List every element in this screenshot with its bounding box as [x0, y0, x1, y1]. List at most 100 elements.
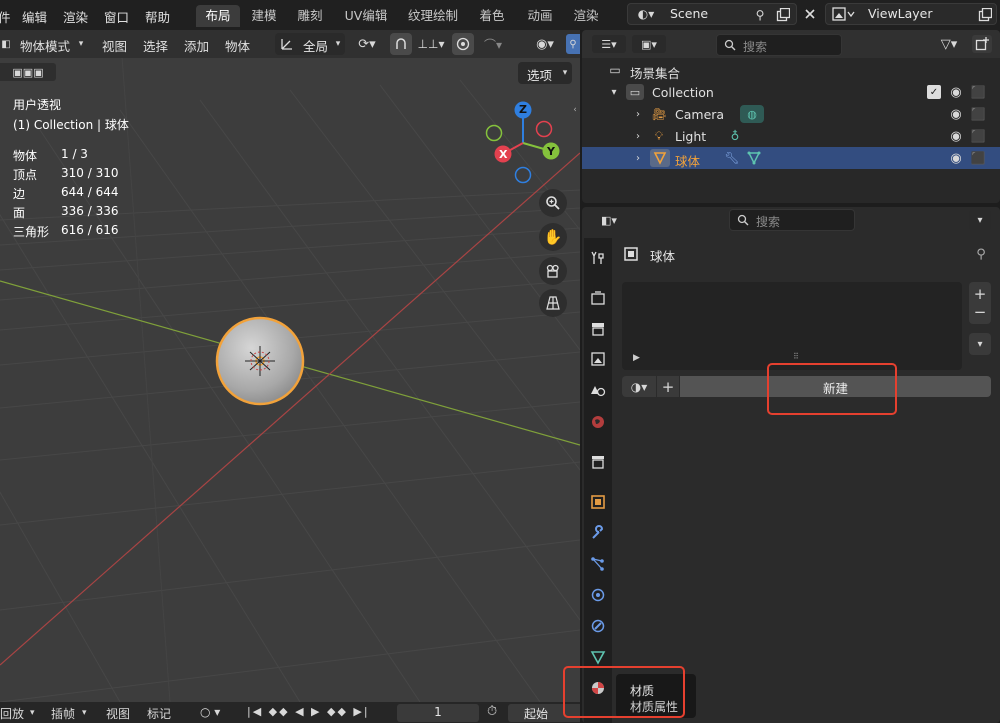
current-frame-field[interactable]: 1 — [397, 704, 479, 722]
tab-uv-editing[interactable]: UV编辑 — [340, 5, 392, 27]
mode-dropdown[interactable]: 物体模式 — [20, 36, 70, 55]
tab-sculpting[interactable]: 雕刻 — [290, 5, 330, 27]
chevron-right-icon[interactable]: › — [632, 107, 644, 121]
particles-tab-icon[interactable] — [584, 551, 612, 577]
camera-render-icon[interactable]: ⬛ — [970, 84, 986, 100]
sphere-object[interactable] — [200, 302, 320, 422]
marker-menu[interactable]: 标记 — [147, 705, 171, 722]
resize-handle-icon[interactable]: ⠿ — [793, 352, 799, 361]
add-slot-button[interactable]: + — [974, 285, 987, 303]
pin-icon[interactable]: ⚲ — [752, 7, 768, 23]
eye-icon[interactable]: ◉ — [948, 128, 964, 144]
outliner-row-sphere[interactable]: › 球体 🔧︎ ◉ ⬛ — [582, 147, 1000, 169]
outliner-row-light[interactable]: › 💡︎ Light ♁ ◉ ⬛ — [582, 125, 1000, 147]
chevron-right-icon[interactable]: › — [632, 129, 644, 143]
chevron-down-icon[interactable]: ▾ — [608, 85, 620, 99]
tab-texture-paint[interactable]: 纹理绘制 — [402, 5, 464, 27]
outliner-row-collection[interactable]: ▾ ▭ Collection ✓ ◉ ⬛ — [582, 81, 1000, 103]
render-tab-icon[interactable] — [584, 285, 612, 311]
menu-window[interactable]: 窗口 — [104, 7, 129, 26]
record-icon[interactable]: ○ ▾ — [200, 705, 220, 719]
options-dropdown[interactable]: 选项 ▾ — [518, 62, 572, 84]
menu-add[interactable]: 添加 — [184, 36, 209, 55]
camera-render-icon[interactable]: ⬛ — [970, 128, 986, 144]
playback-controls-icons[interactable]: |◀ ◆◆ ◀ ▶ ◆◆ ▶| — [247, 705, 370, 718]
new-scene-icon[interactable] — [774, 6, 792, 24]
chevron-right-icon[interactable]: › — [632, 151, 644, 165]
outliner-editor-icon[interactable]: ☰▾ — [592, 35, 626, 53]
menu-render[interactable]: 渲染 — [63, 7, 88, 26]
modifier-tab-icon[interactable] — [584, 520, 612, 546]
tab-rendering[interactable]: 渲染 — [568, 5, 604, 27]
camera-data-icon[interactable]: ◍ — [740, 105, 764, 123]
tab-modeling[interactable]: 建模 — [244, 5, 284, 27]
timeline-view-menu[interactable]: 视图 — [106, 705, 130, 722]
stopwatch-icon[interactable]: ⏱ — [487, 704, 497, 719]
snap-target-icon[interactable]: ⊥⊥▾ — [414, 36, 448, 52]
pin-icon[interactable]: ⚲ — [972, 245, 990, 263]
gizmo-toggle-icon[interactable]: ⚲ — [566, 34, 580, 54]
falloff-icon[interactable]: ⌒▾ — [478, 36, 508, 52]
slot-add-remove-buttons[interactable]: + − — [969, 282, 991, 324]
transform-orientation-dropdown[interactable]: 全局 ▾ — [275, 33, 345, 55]
perspective-grid-icon[interactable] — [539, 289, 567, 317]
scene-selector[interactable]: ◐▾ Scene ⚲ — [627, 3, 797, 25]
selection-mode-icons[interactable]: ▣▣▣ — [0, 63, 56, 81]
display-mode-icon[interactable]: ▣▾ — [632, 35, 666, 53]
pan-hand-icon[interactable]: ✋ — [539, 223, 567, 251]
plus-icon[interactable]: + — [657, 376, 679, 397]
keying-menu[interactable]: 插帧 — [51, 705, 75, 722]
constraints-tab-icon[interactable] — [584, 613, 612, 639]
outliner-search-input[interactable]: 搜索 — [716, 34, 842, 56]
browse-material-icon[interactable]: ◑▾ — [622, 376, 656, 397]
scene-tab-icon[interactable] — [584, 377, 612, 403]
eye-icon[interactable]: ◉ — [948, 106, 964, 122]
outliner-row-camera[interactable]: › 🎥︎ Camera ◍ ◉ ⬛ — [582, 103, 1000, 125]
visibility-icon[interactable]: ◉▾ — [528, 36, 562, 52]
new-view-layer-icon[interactable] — [976, 6, 994, 24]
light-data-icon[interactable]: ♁ — [727, 128, 743, 144]
eye-icon[interactable]: ◉ — [948, 84, 964, 100]
menu-view[interactable]: 视图 — [102, 36, 127, 55]
zoom-icon[interactable] — [539, 189, 567, 217]
outliner-row-scene-collection[interactable]: ▭ 场景集合 — [582, 59, 1000, 81]
checkbox-icon[interactable]: ✓ — [927, 85, 941, 99]
menu-file-partial[interactable]: 件 — [0, 7, 11, 26]
camera-render-icon[interactable]: ⬛ — [970, 150, 986, 166]
eye-icon[interactable]: ◉ — [948, 150, 964, 166]
expand-triangle-icon[interactable]: ▶ — [633, 353, 640, 363]
chevron-left-icon[interactable]: ‹ — [570, 104, 580, 116]
menu-edit[interactable]: 编辑 — [22, 7, 47, 26]
tab-layout[interactable]: 布局 — [196, 5, 240, 27]
menu-help[interactable]: 帮助 — [145, 7, 170, 26]
object-tab-icon[interactable] — [584, 489, 612, 515]
tab-shading[interactable]: 着色 — [474, 5, 510, 27]
menu-object[interactable]: 物体 — [225, 36, 250, 55]
mesh-data-icon[interactable] — [746, 150, 762, 166]
playback-menu[interactable]: 回放 — [0, 705, 24, 722]
editor-type-icon[interactable]: ◧ — [0, 36, 12, 52]
material-slot-list[interactable]: ▶ ⠿ — [622, 282, 962, 370]
camera-view-icon[interactable] — [539, 257, 567, 285]
world-tab-icon[interactable] — [584, 409, 612, 435]
view-layer-selector[interactable]: ViewLayer — [825, 3, 997, 25]
tab-animation[interactable]: 动画 — [520, 5, 560, 27]
properties-editor-icon[interactable]: ◧▾ — [592, 210, 626, 230]
delete-scene-icon[interactable] — [801, 5, 819, 23]
properties-search-input[interactable]: 搜索 — [729, 209, 855, 231]
filter-icon[interactable]: ▽▾ — [932, 35, 966, 53]
pivot-icon[interactable]: ⟳▾ — [352, 36, 382, 52]
remove-slot-button[interactable]: − — [974, 303, 987, 321]
collection-tab-icon[interactable] — [584, 449, 612, 475]
proportional-edit-icon[interactable] — [452, 33, 474, 55]
view-layer-tab-icon[interactable] — [584, 346, 612, 372]
snap-icon[interactable] — [390, 33, 412, 55]
physics-tab-icon[interactable] — [584, 582, 612, 608]
chevron-down-icon[interactable]: ▾ — [969, 210, 991, 230]
wrench-icon[interactable]: 🔧︎ — [724, 150, 740, 166]
output-tab-icon[interactable] — [584, 316, 612, 342]
camera-render-icon[interactable]: ⬛ — [970, 106, 986, 122]
chevron-down-icon[interactable]: ▾ — [969, 333, 991, 355]
menu-select[interactable]: 选择 — [143, 36, 168, 55]
new-collection-icon[interactable] — [972, 35, 992, 53]
